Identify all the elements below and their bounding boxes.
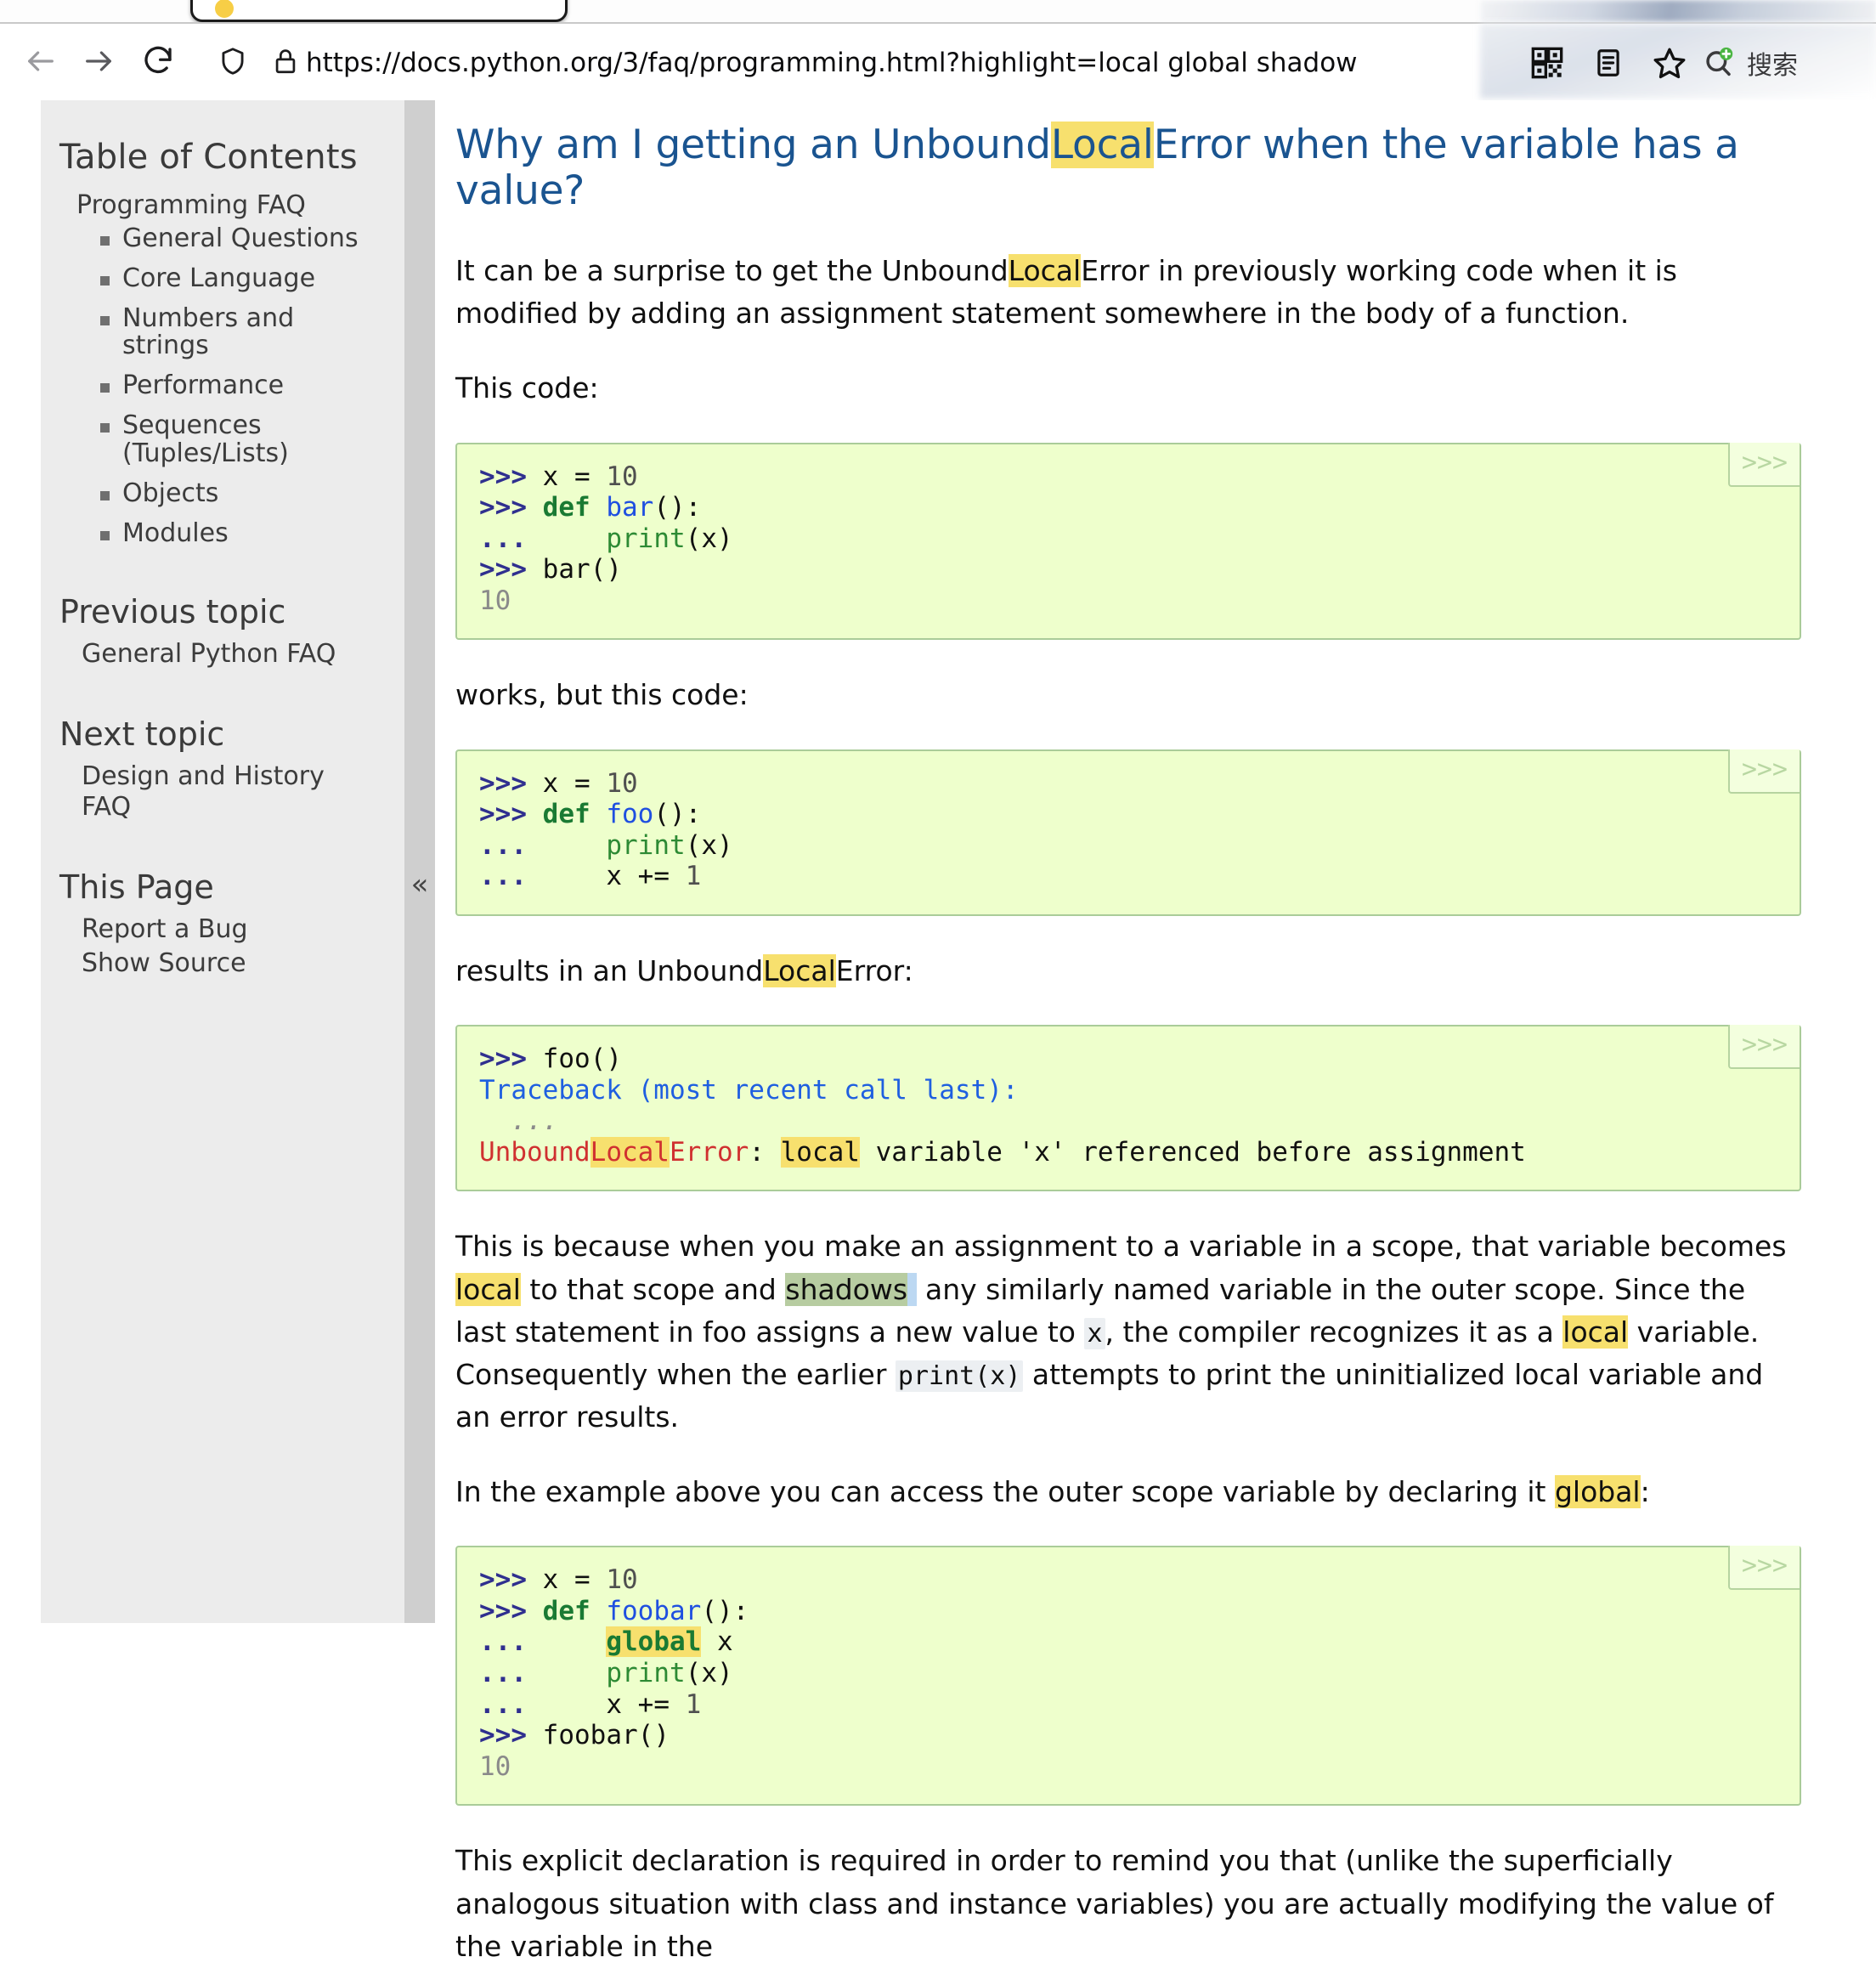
- code-block-traceback: >>> >>> foo() Traceback (most recent cal…: [455, 1025, 1801, 1192]
- url-bar-text[interactable]: https://docs.python.org/3/faq/programmin…: [306, 48, 1358, 78]
- results-highlight: Local: [763, 953, 836, 987]
- previous-topic-title: Previous topic: [59, 592, 286, 631]
- global-intro-highlight: global: [1554, 1475, 1641, 1509]
- code-block-bar: >>> >>> x = 10 >>> def bar(): ... print(…: [455, 442, 1801, 641]
- page-title-highlight: Local: [1050, 122, 1154, 168]
- site-security-button[interactable]: [263, 39, 308, 83]
- report-a-bug-link[interactable]: Report a Bug: [82, 914, 381, 945]
- show-source-link[interactable]: Show Source: [82, 948, 381, 979]
- tracking-protection-button[interactable]: [211, 39, 255, 83]
- results-part-1: results in an Unbound: [455, 953, 764, 987]
- search-button-label: 搜索: [1747, 51, 1798, 81]
- reload-button[interactable]: [136, 39, 180, 83]
- explanation-highlight-local-2: local: [1562, 1315, 1629, 1349]
- tab-strip-blurred-region: [1480, 0, 1876, 22]
- qr-code-button[interactable]: [1528, 43, 1567, 82]
- browser-tab[interactable]: [190, 0, 568, 22]
- sidebar-item-numbers-and-strings[interactable]: Numbers and strings: [100, 305, 381, 359]
- copy-code-button-4[interactable]: >>>: [1727, 1546, 1800, 1591]
- explanation-highlight-edge: [907, 1272, 917, 1306]
- results-in-label: results in an UnboundLocalError:: [455, 950, 1801, 992]
- shield-icon: [222, 48, 244, 75]
- tab-strip: [0, 0, 1876, 22]
- intro-part-1: It can be a surprise to get the Unbound: [455, 254, 1009, 288]
- code-block-foo-content: >>> x = 10 >>> def foo(): ... print(x) .…: [479, 767, 733, 892]
- reader-view-icon: [1597, 49, 1619, 76]
- reader-view-button[interactable]: [1589, 43, 1628, 82]
- closing-paragraph: This explicit declaration is required in…: [455, 1844, 1774, 1963]
- forward-button[interactable]: [76, 39, 121, 83]
- intro-paragraph: It can be a surprise to get the UnboundL…: [455, 250, 1801, 335]
- toc-title: Table of Contents: [59, 138, 358, 177]
- toolbar-actions: [1528, 39, 1689, 87]
- page-viewport: Table of Contents Programming FAQ Genera…: [0, 100, 1876, 1963]
- sidebar-collapse-handle[interactable]: «: [404, 100, 435, 1623]
- code-block-foobar-content: >>> x = 10 >>> def foobar(): ... global …: [479, 1564, 749, 1782]
- next-topic-link[interactable]: Design and History FAQ: [82, 761, 381, 823]
- sidebar-item-performance[interactable]: Performance: [100, 372, 381, 399]
- sidebar-item-modules[interactable]: Modules: [100, 519, 381, 547]
- reload-icon: [144, 46, 172, 74]
- sidebar: Table of Contents Programming FAQ Genera…: [41, 100, 404, 1623]
- explanation-part-4: , the compiler recognizes it as a: [1105, 1315, 1563, 1349]
- toc-list: General Questions Core Language Numbers …: [59, 224, 381, 547]
- explanation-highlight-local-1: local: [455, 1272, 521, 1306]
- inline-code-print-x: print(x): [895, 1360, 1024, 1392]
- sidebar-item-programming-faq[interactable]: Programming FAQ: [76, 190, 381, 220]
- explanation-paragraph: This is because when you make an assignm…: [455, 1225, 1801, 1439]
- intro-highlight: Local: [1008, 254, 1082, 288]
- sidebar-item-core-language[interactable]: Core Language: [100, 264, 381, 292]
- sidebar-item-sequences[interactable]: Sequences (Tuples/Lists): [100, 412, 381, 467]
- inline-code-x: x: [1084, 1317, 1105, 1349]
- navigation-toolbar: https://docs.python.org/3/faq/programmin…: [0, 24, 1876, 99]
- copy-code-button-1[interactable]: >>>: [1727, 442, 1800, 487]
- arrow-left-icon: [28, 51, 54, 71]
- previous-topic-link[interactable]: General Python FAQ: [82, 639, 381, 670]
- global-intro-paragraph: In the example above you can access the …: [455, 1471, 1801, 1513]
- this-code-label: This code:: [455, 371, 599, 405]
- code-block-bar-content: >>> x = 10 >>> def bar(): ... print(x) >…: [479, 461, 733, 616]
- global-intro-part-2: :: [1640, 1475, 1650, 1509]
- results-part-2: Error:: [835, 953, 913, 987]
- explanation-highlight-shadows: shadows: [785, 1272, 908, 1306]
- this-page-title: This Page: [59, 868, 214, 906]
- explanation-part-2: to that scope and: [520, 1272, 786, 1306]
- sidebar-item-general-questions[interactable]: General Questions: [100, 224, 381, 252]
- search-button[interactable]: 搜索: [1701, 39, 1798, 87]
- qr-code-icon: [1531, 47, 1563, 79]
- code-block-foo: >>> >>> x = 10 >>> def foo(): ... print(…: [455, 749, 1801, 916]
- arrow-right-icon: [86, 51, 111, 71]
- main-content: Why am I getting an UnboundLocalError wh…: [450, 100, 1876, 1963]
- copy-code-button-3[interactable]: >>>: [1727, 1025, 1800, 1070]
- back-button[interactable]: [19, 39, 63, 83]
- page-title-part-1: Why am I getting an Unbound: [455, 122, 1051, 168]
- tab-favicon-icon: [215, 0, 234, 18]
- lock-icon: [275, 49, 296, 74]
- chevron-double-left-icon: «: [410, 868, 429, 902]
- code-block-traceback-content: >>> foo() Traceback (most recent call la…: [479, 1043, 1526, 1168]
- bookmark-button[interactable]: [1650, 43, 1689, 82]
- star-icon: [1653, 48, 1686, 79]
- works-but-label: works, but this code:: [455, 678, 749, 712]
- browser-chrome: https://docs.python.org/3/faq/programmin…: [0, 0, 1876, 100]
- next-topic-title: Next topic: [59, 715, 225, 753]
- global-intro-part-1: In the example above you can access the …: [455, 1475, 1555, 1509]
- explanation-part-1: This is because when you make an assignm…: [455, 1230, 1787, 1264]
- code-block-foobar: >>> >>> x = 10 >>> def foobar(): ... glo…: [455, 1546, 1801, 1807]
- page-title: Why am I getting an UnboundLocalError wh…: [455, 122, 1801, 214]
- sidebar-item-objects[interactable]: Objects: [100, 479, 381, 507]
- search-add-icon: [1706, 47, 1733, 76]
- sidebar-left-padding: [0, 100, 41, 1623]
- copy-code-button-2[interactable]: >>>: [1727, 749, 1800, 794]
